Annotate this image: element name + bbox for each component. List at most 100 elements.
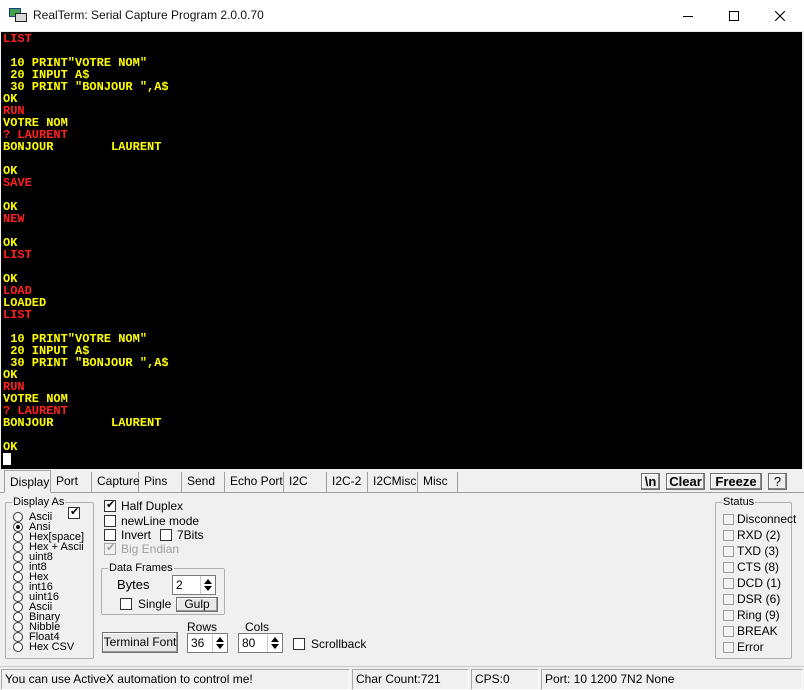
status-indicator[interactable] — [723, 514, 734, 525]
terminal-font-button[interactable]: Terminal Font — [102, 632, 178, 653]
status-indicator[interactable] — [723, 562, 734, 573]
status-indicator[interactable] — [723, 578, 734, 589]
radio-button[interactable] — [13, 612, 23, 622]
status-indicator[interactable] — [723, 642, 734, 653]
half-duplex-label: Half Duplex — [121, 499, 184, 513]
radio-button[interactable] — [13, 522, 23, 532]
terminal-line: 30 PRINT "BONJOUR ",A$ — [3, 356, 169, 370]
cols-spinner[interactable]: 80 — [238, 633, 283, 653]
status-indicator[interactable] — [723, 610, 734, 621]
tab-misc[interactable]: Misc — [418, 472, 458, 492]
status-label: BREAK — [737, 624, 778, 638]
status-label: CTS (8) — [737, 560, 779, 574]
tab-send[interactable]: Send — [182, 472, 225, 492]
seven-bits-label: 7Bits — [177, 528, 204, 542]
gulp-button[interactable]: Gulp — [176, 597, 218, 612]
scrollback-label: Scrollback — [311, 637, 367, 651]
big-endian-checkbox[interactable] — [104, 541, 116, 555]
close-icon — [775, 10, 785, 21]
invert-checkbox[interactable] — [104, 529, 116, 541]
status-legend: Status — [722, 496, 756, 508]
terminal-line: LIST — [3, 248, 32, 262]
bytes-spinner[interactable]: 2 — [172, 575, 216, 595]
tab-i2cmisc[interactable]: I2CMisc — [368, 472, 418, 492]
radio-button[interactable] — [13, 562, 23, 572]
status-indicator[interactable] — [723, 594, 734, 605]
tab-display[interactable]: Display — [4, 470, 51, 493]
terminal-line: SAVE — [3, 176, 32, 190]
status-label: TXD (3) — [737, 544, 779, 558]
single-checkbox[interactable] — [120, 598, 132, 610]
tab-i2c-2[interactable]: I2C-2 — [327, 472, 368, 492]
spin-down-icon[interactable] — [271, 644, 279, 649]
invert-label: Invert — [121, 528, 152, 542]
radio-button[interactable] — [13, 582, 23, 592]
radio-button[interactable] — [13, 622, 23, 632]
spin-up-icon[interactable] — [204, 579, 212, 584]
spin-down-icon[interactable] — [216, 644, 224, 649]
terminal-line: BONJOUR LAURENT — [3, 416, 162, 430]
radio-button[interactable] — [13, 512, 23, 522]
radio-button[interactable] — [13, 532, 23, 542]
half-duplex-checkbox[interactable] — [104, 498, 116, 512]
tab-pins[interactable]: Pins — [139, 472, 182, 492]
status-label: DSR (6) — [737, 592, 781, 606]
status-bar: You can use ActiveX automation to contro… — [0, 666, 804, 690]
freeze-button[interactable]: Freeze — [710, 473, 762, 490]
terminal-line: LIST — [3, 308, 32, 322]
status-label: Disconnect — [737, 512, 797, 526]
radio-button[interactable] — [13, 632, 23, 642]
cols-value: 80 — [242, 636, 256, 650]
radio-button[interactable] — [13, 542, 23, 552]
display-as-extra-checkbox[interactable] — [68, 505, 80, 519]
tab-echo-port[interactable]: Echo Port — [225, 472, 284, 492]
spin-down-icon[interactable] — [204, 586, 212, 591]
status-indicator[interactable] — [723, 530, 734, 541]
window-title: RealTerm: Serial Capture Program 2.0.0.7… — [33, 8, 264, 22]
status-label: Error — [737, 640, 764, 654]
char-count: Char Count:721 — [352, 669, 469, 690]
radio-button[interactable] — [13, 572, 23, 582]
terminal-line: LIST — [3, 32, 32, 46]
bytes-spinner-arrows[interactable] — [200, 576, 215, 594]
status-indicator[interactable] — [723, 546, 734, 557]
scrollback-checkbox[interactable] — [293, 638, 305, 650]
cols-spinner-arrows[interactable] — [267, 634, 282, 652]
status-message: You can use ActiveX automation to contro… — [1, 669, 350, 690]
newline-mode-checkbox[interactable] — [104, 515, 116, 527]
maximize-button[interactable] — [711, 0, 757, 31]
tab-i2c[interactable]: I2C — [284, 472, 327, 492]
data-frames-legend: Data Frames — [108, 562, 174, 574]
radio-button[interactable] — [13, 552, 23, 562]
status-indicator[interactable] — [723, 626, 734, 637]
clear-button[interactable]: Clear — [666, 473, 705, 490]
cps-readout: CPS:0 — [471, 669, 539, 690]
terminal-output[interactable]: LIST 10 PRINT"VOTRE NOM" 20 INPUT A$ 30 … — [1, 32, 802, 469]
close-button[interactable] — [757, 0, 803, 31]
seven-bits-checkbox[interactable] — [160, 529, 172, 541]
newline-button[interactable]: \n — [641, 473, 660, 490]
radio-button[interactable] — [13, 642, 23, 652]
display-as-option[interactable]: Hex CSV — [13, 641, 75, 653]
cols-label: Cols — [245, 620, 270, 634]
rows-value: 36 — [191, 636, 205, 650]
spin-up-icon[interactable] — [271, 637, 279, 642]
spin-up-icon[interactable] — [216, 637, 224, 642]
big-endian-label: Big Endian — [121, 542, 180, 556]
minimize-button[interactable] — [665, 0, 711, 31]
radio-button[interactable] — [13, 602, 23, 612]
tab-capture[interactable]: Capture — [92, 472, 140, 492]
tab-port[interactable]: Port — [51, 472, 92, 492]
terminal-line: BONJOUR LAURENT — [3, 140, 162, 154]
rows-spinner-arrows[interactable] — [212, 634, 227, 652]
radio-button[interactable] — [13, 592, 23, 602]
display-as-option-label: Hex CSV — [29, 641, 75, 653]
port-settings: Port: 10 1200 7N2 None — [541, 669, 803, 690]
newline-mode-label: newLine mode — [121, 514, 200, 528]
single-label: Single — [138, 597, 172, 611]
bytes-label: Bytes — [117, 577, 150, 592]
rows-spinner[interactable]: 36 — [187, 633, 228, 653]
help-button[interactable]: ? — [768, 473, 787, 490]
terminal-line: NEW — [3, 212, 25, 226]
terminal-cursor — [3, 453, 11, 465]
